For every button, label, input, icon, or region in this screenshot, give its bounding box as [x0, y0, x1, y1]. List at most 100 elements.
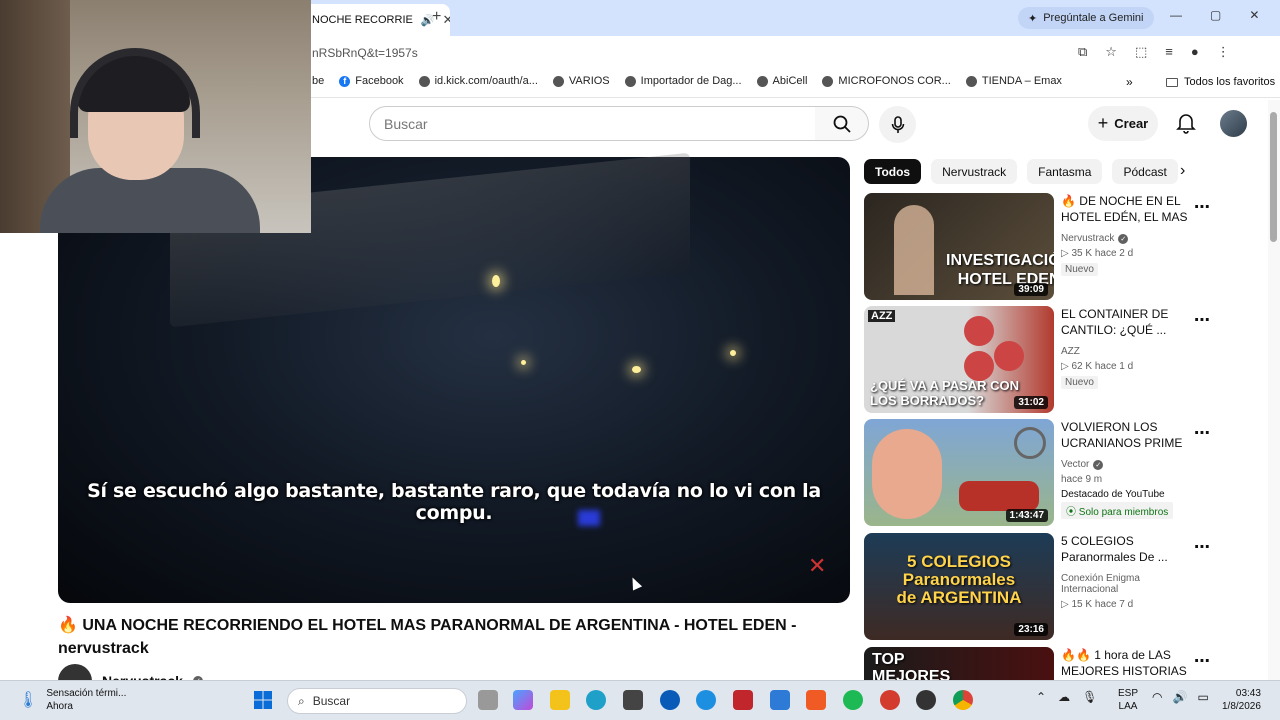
- hp-icon[interactable]: [660, 690, 680, 710]
- video-thumbnail[interactable]: TOP MEJORES: [864, 647, 1054, 680]
- clock[interactable]: 03:43 1/8/2026: [1222, 687, 1261, 713]
- recommendation-title[interactable]: VOLVIERON LOS UCRANIANOS PRIME: [1061, 419, 1196, 453]
- profile-icon[interactable]: ●: [1191, 44, 1199, 60]
- new-tab-icon[interactable]: +: [432, 8, 441, 26]
- url-text[interactable]: nRSbRnQ&t=1957s: [312, 46, 418, 60]
- close-tab-icon[interactable]: ✕: [443, 12, 450, 28]
- extensions-icon[interactable]: ⬚: [1135, 44, 1147, 60]
- recommendation-title[interactable]: 🔥🔥 1 hora de LAS MEJORES HISTORIAS ...: [1061, 647, 1196, 680]
- bookmark-item[interactable]: id.kick.com/oauth/a...: [418, 75, 538, 87]
- search-input[interactable]: Buscar: [369, 106, 816, 141]
- more-options-icon[interactable]: ⋯: [1194, 197, 1210, 217]
- microphone-icon: [891, 115, 904, 133]
- all-favorites[interactable]: Todos los favoritos: [1166, 76, 1275, 88]
- recommendation-item[interactable]: INVESTIGACIÓN HOTEL EDEN 39:09 🔥 DE NOCH…: [864, 193, 1210, 300]
- wifi-icon[interactable]: ◠: [1152, 690, 1162, 704]
- cast-icon[interactable]: ⧉: [1078, 44, 1087, 60]
- menu-icon[interactable]: ⋮: [1217, 44, 1230, 60]
- notifications-bell-icon[interactable]: [1176, 112, 1196, 139]
- minimize-icon[interactable]: —: [1170, 8, 1182, 22]
- file-explorer-icon[interactable]: [550, 690, 570, 710]
- recommendation-item[interactable]: TOP MEJORES 🔥🔥 1 hora de LAS MEJORES HIS…: [864, 647, 1210, 680]
- windows-start-icon[interactable]: [253, 690, 273, 710]
- thumbnail-face: [872, 429, 942, 519]
- duration-badge: 23:16: [1014, 623, 1048, 636]
- more-options-icon[interactable]: ⋯: [1194, 310, 1210, 330]
- gemini-label: Pregúntale a Gemini: [1043, 12, 1144, 24]
- bookmark-item[interactable]: be: [312, 75, 324, 87]
- recommendation-title[interactable]: 🔥 DE NOCHE EN EL HOTEL EDÉN, EL MAS ...: [1061, 193, 1196, 227]
- globe-icon: [756, 75, 768, 87]
- chevron-right-icon[interactable]: ›: [1180, 162, 1185, 180]
- mcafee-icon[interactable]: [733, 690, 753, 710]
- thumbnail-text: ¿QUÉ VA A PASAR CON LOS BORRADOS?: [870, 378, 1020, 408]
- gemini-icon: ✦: [1028, 12, 1038, 25]
- bookmark-item[interactable]: AbiCell: [756, 75, 807, 87]
- cloud-icon[interactable]: ☁: [1058, 690, 1070, 704]
- copilot-icon[interactable]: [513, 690, 533, 710]
- recommendation-channel: Vector ✓: [1061, 459, 1196, 470]
- bookmark-item[interactable]: VARIOS: [552, 75, 610, 87]
- browser-tab[interactable]: NOCHE RECORRIE 🔊 ✕: [300, 4, 450, 36]
- video-thumbnail[interactable]: 5 COLEGIOS Paranormales de ARGENTINA 23:…: [864, 533, 1054, 640]
- tab-title: NOCHE RECORRIE: [312, 14, 413, 26]
- media-icon[interactable]: ≡: [1165, 44, 1173, 60]
- language-indicator[interactable]: ESP LAA: [1118, 687, 1138, 713]
- create-button[interactable]: + Crear: [1088, 106, 1158, 141]
- chrome-icon[interactable]: [953, 690, 973, 710]
- search-icon: [833, 115, 851, 133]
- chevron-up-icon[interactable]: ⌃: [1036, 690, 1046, 704]
- gemini-button[interactable]: ✦ Pregúntale a Gemini: [1018, 7, 1154, 29]
- globe-icon: [624, 75, 636, 87]
- more-options-icon[interactable]: ⋯: [1194, 423, 1210, 443]
- chip-podcast[interactable]: Pódcast: [1112, 159, 1178, 184]
- weather-subtitle: Ahora: [46, 701, 73, 712]
- filter-chips: Todos Nervustrack Fantasma Pódcast: [864, 159, 1178, 184]
- store-icon[interactable]: [623, 690, 643, 710]
- close-window-icon[interactable]: ✕: [1249, 8, 1259, 22]
- chip-todos[interactable]: Todos: [864, 159, 922, 184]
- microphone-icon[interactable]: 🎙: [1082, 690, 1097, 704]
- chip-fantasma[interactable]: Fantasma: [1027, 159, 1103, 184]
- more-options-icon[interactable]: ⋯: [1194, 651, 1210, 671]
- bookmarks-more-icon[interactable]: »: [1126, 75, 1133, 89]
- recommendation-title[interactable]: EL CONTAINER DE CANTILO: ¿QUÉ ...: [1061, 306, 1196, 340]
- duration-badge: 1:43:47: [1005, 509, 1048, 522]
- weather-widget[interactable]: 🌡 Sensación térmi... Ahora: [18, 687, 126, 713]
- bookmark-item[interactable]: TIENDA – Emax: [965, 75, 1062, 87]
- maximize-icon[interactable]: ▢: [1210, 8, 1221, 22]
- bookmark-item[interactable]: MICROFONOS COR...: [822, 75, 951, 87]
- edge-icon[interactable]: [586, 690, 606, 710]
- video-thumbnail[interactable]: 1:43:47: [864, 419, 1054, 526]
- bookmark-item[interactable]: f Facebook: [339, 75, 404, 87]
- thumbnail-person: [894, 205, 934, 295]
- taskbar-search-input[interactable]: ⌕ Buscar: [287, 688, 467, 714]
- outlook-icon[interactable]: [770, 690, 790, 710]
- recommendation-item[interactable]: 1:43:47 VOLVIERON LOS UCRANIANOS PRIME V…: [864, 419, 1210, 526]
- recommendation-item[interactable]: AZZ ¿QUÉ VA A PASAR CON LOS BORRADOS? 31…: [864, 306, 1210, 413]
- search-icon: ⌕: [298, 693, 305, 708]
- globe-icon: [822, 75, 834, 87]
- video-thumbnail[interactable]: INVESTIGACIÓN HOTEL EDEN 39:09: [864, 193, 1054, 300]
- video-thumbnail[interactable]: AZZ ¿QUÉ VA A PASAR CON LOS BORRADOS? 31…: [864, 306, 1054, 413]
- featured-label: Destacado de YouTube: [1061, 489, 1165, 500]
- obs-icon[interactable]: [916, 690, 936, 710]
- star-icon[interactable]: ☆: [1105, 44, 1117, 60]
- more-options-icon[interactable]: ⋯: [1194, 537, 1210, 557]
- scrollbar-thumb[interactable]: [1270, 112, 1277, 242]
- task-view-icon[interactable]: [478, 690, 498, 710]
- recommendation-title[interactable]: 5 COLEGIOS Paranormales De ...: [1061, 533, 1196, 567]
- volume-icon[interactable]: 🔊: [1172, 690, 1187, 704]
- bookmark-item[interactable]: Importador de Dag...: [624, 75, 742, 87]
- chip-nervustrack[interactable]: Nervustrack: [931, 159, 1018, 184]
- help-icon[interactable]: [696, 690, 716, 710]
- user-avatar[interactable]: [1220, 110, 1247, 137]
- thumbnail-text: TOP MEJORES: [872, 651, 951, 680]
- app-icon[interactable]: [880, 690, 900, 710]
- voice-search-button[interactable]: [879, 106, 916, 143]
- brave-icon[interactable]: [806, 690, 826, 710]
- spotify-icon[interactable]: [843, 690, 863, 710]
- search-button[interactable]: [815, 106, 869, 141]
- recommendation-item[interactable]: 5 COLEGIOS Paranormales de ARGENTINA 23:…: [864, 533, 1210, 640]
- battery-icon[interactable]: ▭: [1197, 690, 1208, 704]
